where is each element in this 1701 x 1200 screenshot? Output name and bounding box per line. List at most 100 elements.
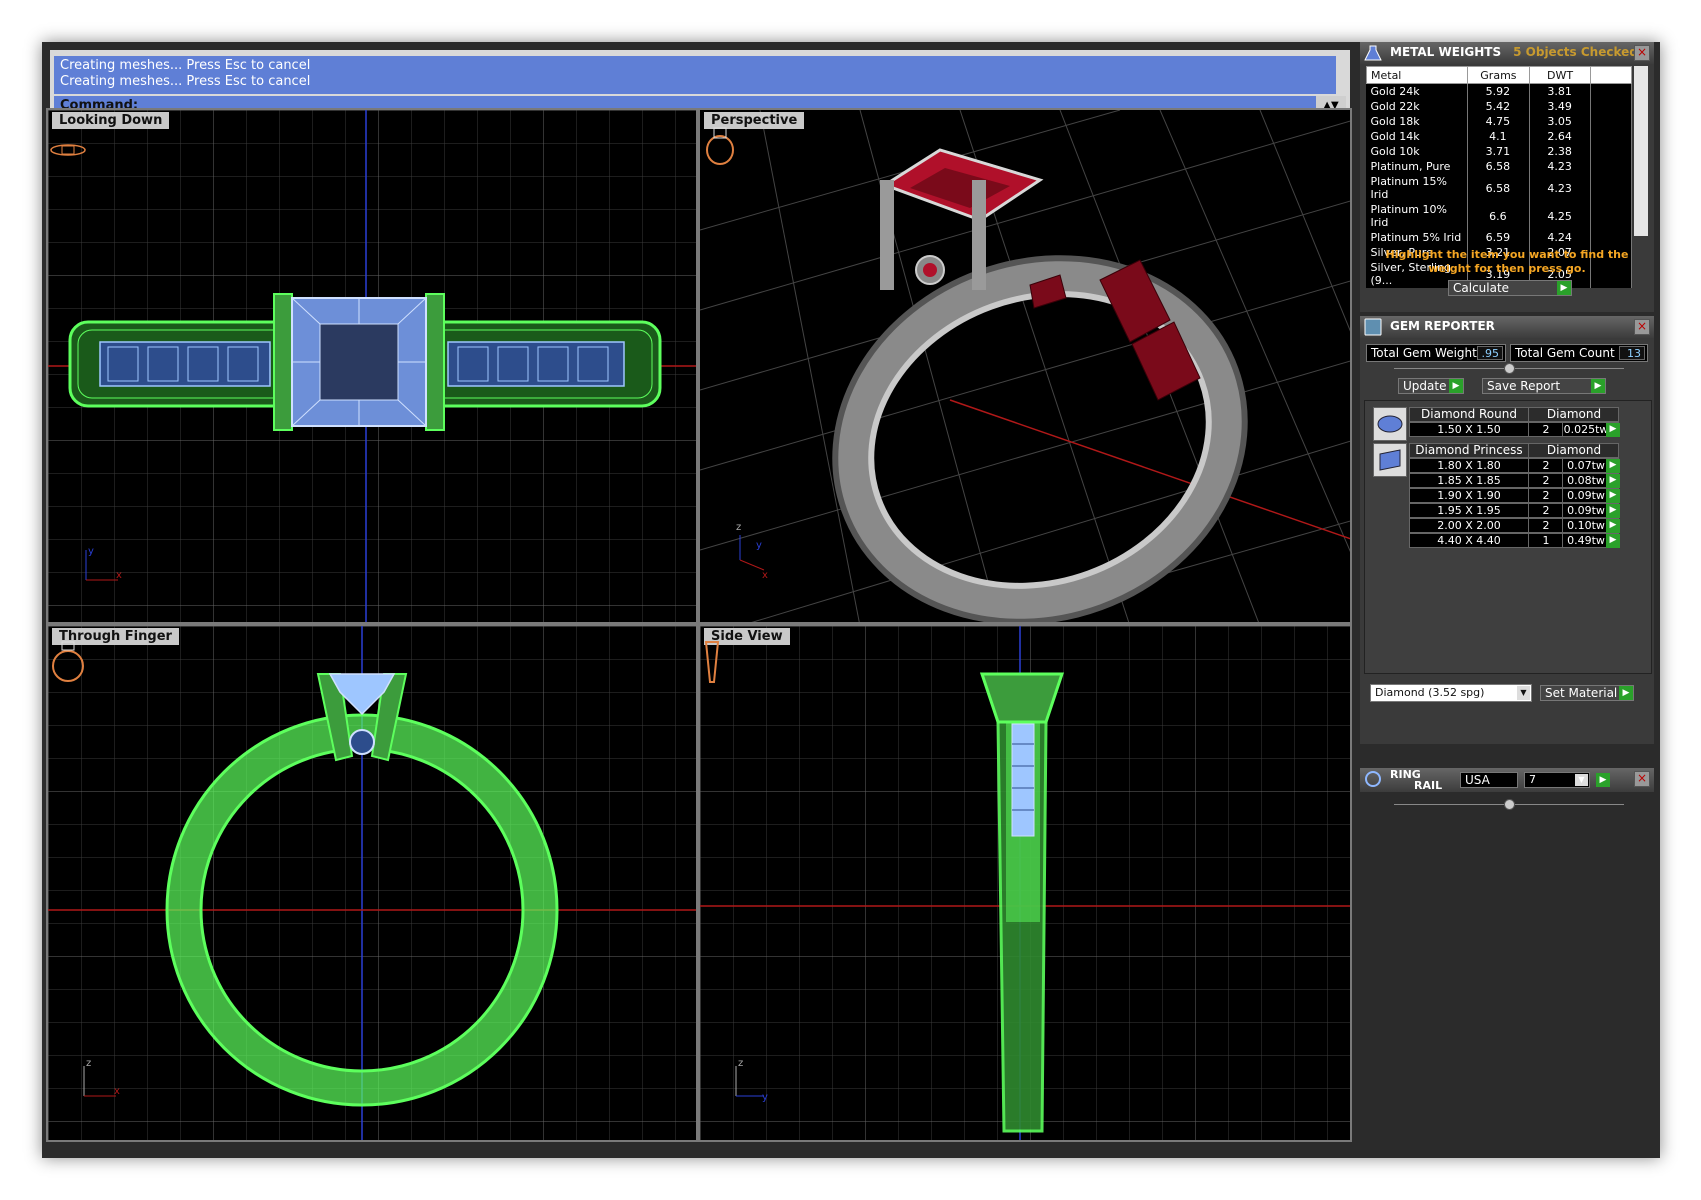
gem-material: Diamond <box>1528 444 1619 457</box>
go-arrow-icon[interactable]: ▶ <box>1557 281 1571 295</box>
material-select-value: Diamond (3.52 spg) <box>1375 686 1485 699</box>
metal-blank <box>1590 144 1632 159</box>
go-arrow-icon[interactable]: ▶ <box>1606 519 1620 533</box>
metal-grams: 6.59 <box>1467 230 1531 245</box>
gem-qty: 1 <box>1528 534 1563 547</box>
gem-size: 1.85 X 1.85 <box>1437 474 1501 487</box>
metal-blank <box>1590 99 1632 114</box>
ring-icon <box>1365 771 1381 787</box>
gem-row[interactable]: 1.50 X 1.50 2 0.025tw ▶ <box>1409 422 1620 437</box>
view-orientation-icon[interactable] <box>48 636 88 684</box>
gem-weight: 0.025tw <box>1562 423 1609 436</box>
metal-row[interactable]: Gold 24k 5.92 3.81 <box>1366 83 1632 99</box>
calculate-hint: Highlight the item you want to find the … <box>1385 248 1629 275</box>
calculate-button[interactable]: Calculate ▶ <box>1448 280 1572 296</box>
close-icon[interactable]: × <box>1634 771 1650 787</box>
view-orientation-icon[interactable] <box>700 636 724 688</box>
go-arrow-icon[interactable]: ▶ <box>1596 773 1610 787</box>
metal-dwt: 3.05 <box>1529 114 1592 129</box>
close-icon[interactable]: × <box>1634 319 1650 335</box>
metal-row[interactable]: Platinum 5% Irid 6.59 4.24 <box>1366 230 1632 245</box>
go-arrow-icon[interactable]: ▶ <box>1606 504 1620 518</box>
column-header[interactable]: DWT <box>1529 66 1592 84</box>
metal-row[interactable]: Platinum 10% Irid 6.6 4.25 <box>1366 202 1632 230</box>
column-header <box>1590 66 1632 84</box>
command-log-line: Creating meshes... Press Esc to cancel <box>60 74 311 89</box>
ring-rail-title-2: RAIL <box>1414 779 1443 792</box>
top-view-wireframe: yx <box>48 110 696 622</box>
metal-blank <box>1590 114 1632 129</box>
ring-size-select[interactable]: 7 ▼ <box>1524 772 1590 788</box>
gem-group-header[interactable]: Diamond Round Diamond <box>1409 407 1619 422</box>
gem-row[interactable]: 1.95 X 1.95 2 0.09tw ▶ <box>1409 503 1620 518</box>
save-report-label: Save Report <box>1487 379 1561 393</box>
gem-row[interactable]: 4.40 X 4.40 1 0.49tw ▶ <box>1409 533 1620 548</box>
go-arrow-icon[interactable]: ▶ <box>1449 379 1463 393</box>
chevron-down-icon[interactable]: ▼ <box>1517 686 1530 700</box>
metal-blank <box>1590 230 1632 245</box>
total-gem-weight-label: Total Gem Weight .95 <box>1366 344 1506 362</box>
viewport-label[interactable]: Looking Down <box>52 112 170 129</box>
go-arrow-icon[interactable]: ▶ <box>1606 534 1620 548</box>
viewport-through-finger[interactable]: Through Finger zx <box>46 624 698 1142</box>
gem-shape: Diamond Round <box>1421 407 1517 421</box>
metal-weights-titlebar: METAL WEIGHTS 5 Objects Checked <box>1360 42 1654 64</box>
ring-size-standard[interactable]: USA <box>1460 772 1518 788</box>
gem-size: 1.50 X 1.50 <box>1437 423 1501 436</box>
set-material-button[interactable]: Set Material ▶ <box>1540 685 1634 701</box>
viewport-looking-down[interactable]: Looking Down y x <box>46 108 698 624</box>
view-orientation-icon[interactable] <box>48 138 88 162</box>
metal-row[interactable]: Gold 22k 5.42 3.49 <box>1366 99 1632 114</box>
gem-row[interactable]: 1.85 X 1.85 2 0.08tw ▶ <box>1409 473 1620 488</box>
metal-row[interactable]: Gold 18k 4.75 3.05 <box>1366 114 1632 129</box>
column-header[interactable]: Grams <box>1466 66 1531 84</box>
material-select[interactable]: Diamond (3.52 spg) ▼ <box>1370 684 1532 702</box>
gem-row[interactable]: 2.00 X 2.00 2 0.10tw ▶ <box>1409 518 1620 533</box>
round-diamond-icon[interactable] <box>1373 407 1407 441</box>
metal-row[interactable]: Gold 10k 3.71 2.38 <box>1366 144 1632 159</box>
go-arrow-icon[interactable]: ▶ <box>1606 474 1620 488</box>
metal-grams: 5.42 <box>1467 99 1531 114</box>
total-gem-count-label: Total Gem Count 13 <box>1510 344 1648 362</box>
slider-knob[interactable] <box>1504 799 1515 810</box>
gem-shape: Diamond Princess <box>1415 443 1523 457</box>
svg-text:y: y <box>756 540 762 551</box>
viewport-perspective[interactable]: Perspective z y x <box>698 108 1352 624</box>
update-button[interactable]: Update ▶ <box>1398 378 1464 394</box>
metal-grams: 3.71 <box>1467 144 1531 159</box>
gem-size: 1.95 X 1.95 <box>1437 504 1501 517</box>
metal-dwt: 4.24 <box>1529 230 1592 245</box>
metal-row[interactable]: Gold 14k 4.1 2.64 <box>1366 129 1632 144</box>
metal-row[interactable]: Platinum 15% Irid 6.58 4.23 <box>1366 174 1632 202</box>
go-arrow-icon[interactable]: ▶ <box>1619 686 1633 700</box>
total-gem-weight-value: .95 <box>1477 346 1503 360</box>
gem-material: Diamond <box>1528 408 1619 421</box>
metal-blank <box>1590 159 1632 174</box>
table-scrollbar[interactable] <box>1634 66 1648 236</box>
column-header[interactable]: Metal <box>1366 66 1468 84</box>
metal-dwt: 3.81 <box>1529 83 1592 99</box>
princess-diamond-icon[interactable] <box>1373 443 1407 477</box>
gem-weight: 0.07tw <box>1562 459 1609 472</box>
close-icon[interactable]: × <box>1634 45 1650 61</box>
go-arrow-icon[interactable]: ▶ <box>1606 459 1620 473</box>
chevron-down-icon[interactable]: ▼ <box>1575 774 1588 786</box>
save-report-button[interactable]: Save Report ▶ <box>1482 378 1606 394</box>
go-arrow-icon[interactable]: ▶ <box>1606 423 1620 437</box>
view-orientation-icon[interactable] <box>700 124 740 168</box>
viewport-side-view[interactable]: Side View zy <box>698 624 1352 1142</box>
slider-knob[interactable] <box>1504 363 1515 374</box>
gem-qty: 2 <box>1528 489 1563 502</box>
metal-row[interactable]: Platinum, Pure 6.58 4.23 <box>1366 159 1632 174</box>
metal-name: Gold 14k <box>1366 129 1468 144</box>
go-arrow-icon[interactable]: ▶ <box>1606 489 1620 503</box>
gem-report-icon <box>1364 318 1382 336</box>
gem-weight: 0.09tw <box>1562 504 1609 517</box>
gem-row[interactable]: 1.80 X 1.80 2 0.07tw ▶ <box>1409 458 1620 473</box>
metal-dwt: 2.64 <box>1529 129 1592 144</box>
metal-blank <box>1590 83 1632 99</box>
flask-icon <box>1364 45 1382 61</box>
gem-row[interactable]: 1.90 X 1.90 2 0.09tw ▶ <box>1409 488 1620 503</box>
go-arrow-icon[interactable]: ▶ <box>1591 379 1605 393</box>
gem-group-header[interactable]: Diamond Princess Diamond <box>1409 443 1619 458</box>
